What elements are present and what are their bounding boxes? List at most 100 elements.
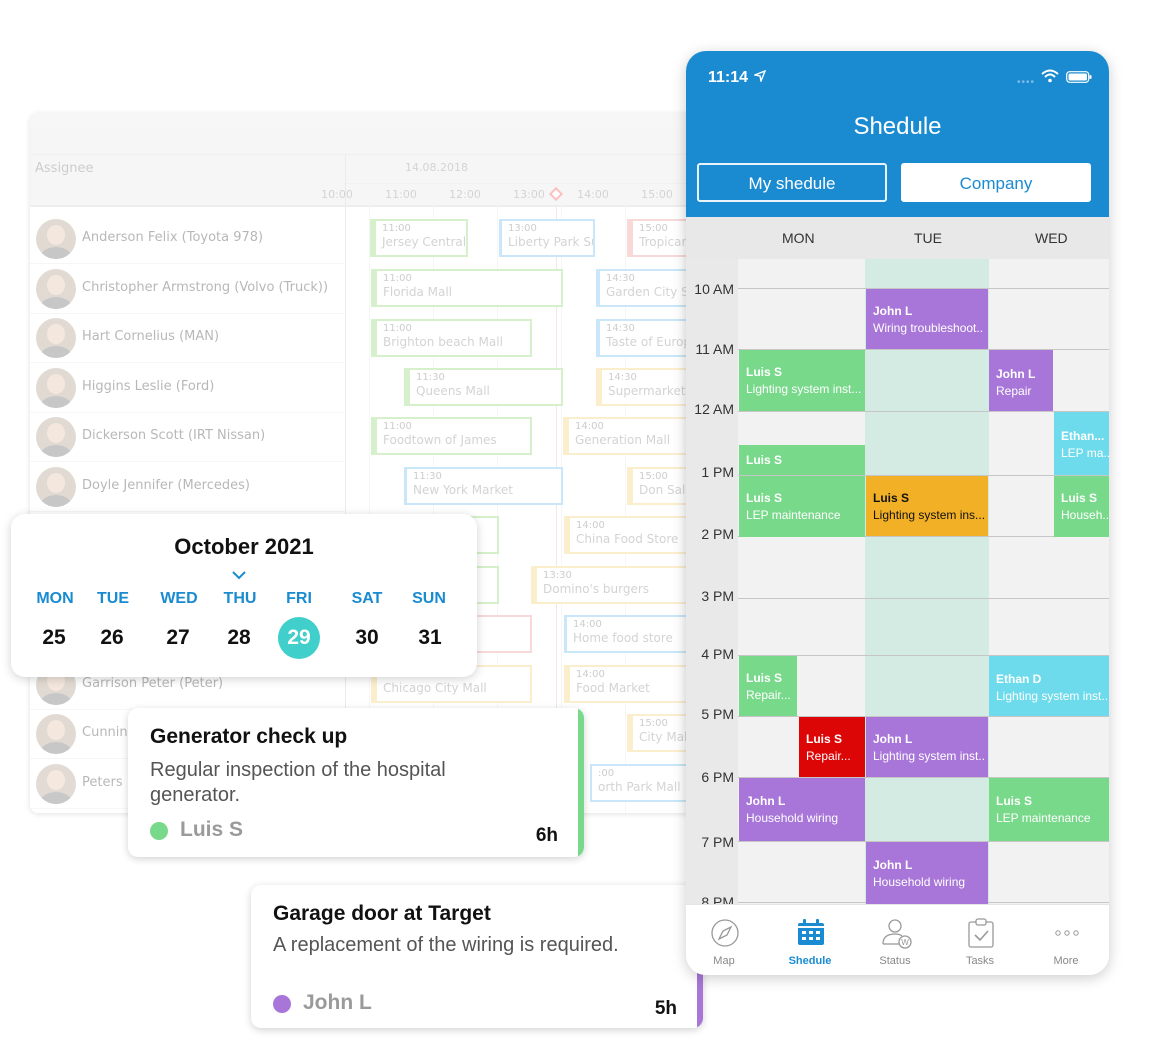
tab-label: More — [1053, 955, 1079, 967]
schedule-event[interactable]: Luis S Repair... — [739, 656, 797, 716]
wifi-icon — [1041, 69, 1059, 83]
schedule-event[interactable]: Luis S Househ.. — [1054, 476, 1109, 537]
avatar — [36, 368, 76, 408]
task-card[interactable]: Garage door at Target A replacement of t… — [251, 885, 703, 1028]
weekday-label: TUE — [97, 590, 129, 607]
assignee-row[interactable]: Christopher Armstrong (Volvo (Truck)) — [30, 264, 345, 314]
avatar — [36, 219, 76, 259]
bottom-tab-bar: Map Shedule W Status Tasks More — [686, 904, 1109, 975]
task-description: A replacement of the wiring is required. — [273, 934, 619, 956]
assignee-dot — [273, 995, 291, 1013]
more-dots-icon — [1055, 930, 1079, 936]
gantt-task[interactable]: 11:00 Brighton beach Mall — [371, 319, 532, 357]
assignee-name: Garrison Peter (Peter) — [82, 676, 224, 691]
app-header: 11:14 •••• Shedule My shedule Company — [686, 51, 1109, 217]
user-status-icon: W — [882, 919, 912, 949]
tab-label: Tasks — [965, 955, 995, 967]
assignee-name: Christopher Armstrong (Volvo (Truck)) — [82, 280, 329, 295]
gantt-task[interactable]: 11:30 New York Market — [404, 467, 563, 505]
tab-more[interactable]: More — [1024, 905, 1108, 975]
schedule-event[interactable]: Luis S Lighting system inst... — [739, 350, 865, 411]
task-description: Regular inspection of the hospital gener… — [150, 759, 446, 806]
tab-label: Shedule — [788, 955, 832, 967]
svg-text:W: W — [901, 938, 909, 947]
time-label: 10 AM — [694, 281, 734, 297]
schedule-event[interactable]: Ethan D Lighting system inst.. — [989, 656, 1109, 716]
task-card[interactable]: Generator check up Regular inspection of… — [128, 708, 584, 857]
weekday-labels: MON TUE WED THU FRI SAT SUN — [11, 590, 477, 612]
signal-dots-icon: •••• — [1017, 77, 1036, 88]
gantt-task[interactable]: 11:00 Florida Mall — [371, 269, 563, 307]
avatar — [36, 269, 76, 309]
schedule-event[interactable]: John L Household wiring — [739, 778, 865, 841]
time-label: 4 PM — [701, 646, 734, 662]
hour-scale: 10:00 11:00 12:00 13:00 14:00 15:00 — [321, 183, 710, 813]
assignee-row[interactable]: Doyle Jennifer (Mercedes) — [30, 462, 345, 512]
day-number[interactable]: 30 — [337, 626, 397, 650]
clipboard-check-icon — [968, 918, 994, 948]
tab-tasks[interactable]: Tasks — [938, 905, 1022, 975]
day-number[interactable]: 25 — [24, 626, 84, 650]
day-number-selected[interactable]: 29 — [269, 626, 329, 650]
time-label: 3 PM — [701, 588, 734, 604]
weekday-label: WED — [160, 590, 198, 607]
tab-label: Status — [879, 955, 911, 967]
schedule-event[interactable]: John L Lighting system inst.. — [866, 717, 988, 777]
tab-schedule[interactable]: Shedule — [768, 905, 852, 975]
day-number[interactable]: 28 — [209, 626, 269, 650]
assignee-row[interactable]: Hart Cornelius (MAN) — [30, 313, 345, 363]
calendar-month-title[interactable]: October 2021 — [11, 534, 477, 560]
day-number[interactable]: 31 — [400, 626, 460, 650]
chevron-down-icon[interactable] — [232, 568, 246, 582]
gantt-task[interactable]: 11:30 Queens Mall — [404, 368, 563, 406]
phone-app: 11:14 •••• Shedule My shedule Company MO… — [686, 51, 1109, 975]
assignee-name: Dickerson Scott (IRT Nissan) — [82, 428, 266, 443]
assignee-row[interactable]: Higgins Leslie (Ford) — [30, 363, 345, 413]
day-label: WED — [1035, 230, 1068, 246]
compass-icon — [711, 919, 739, 947]
schedule-event[interactable]: Luis S LEP maintenance — [989, 778, 1109, 841]
day-header: MON TUE WED — [686, 217, 1109, 259]
my-schedule-tab[interactable]: My shedule — [697, 163, 887, 202]
assignee-row[interactable]: Anderson Felix (Toyota 978) — [30, 214, 345, 264]
assignee-name: Anderson Felix (Toyota 978) — [82, 230, 264, 245]
schedule-event[interactable]: Luis S — [739, 445, 865, 475]
time-label: 12 AM — [694, 401, 734, 417]
day-number[interactable]: 27 — [148, 626, 208, 650]
time-label: 5 PM — [701, 706, 734, 722]
task-title: Garage door at Target — [273, 902, 491, 925]
schedule-event[interactable]: Luis S LEP maintenance — [739, 476, 865, 537]
avatar — [36, 417, 76, 457]
day-number[interactable]: 26 — [82, 626, 142, 650]
time-label: 1 PM — [701, 464, 734, 480]
tab-status[interactable]: W Status — [853, 905, 937, 975]
assignee-name: Higgins Leslie (Ford) — [82, 379, 215, 394]
assignee-row[interactable]: Dickerson Scott (IRT Nissan) — [30, 412, 345, 462]
day-label: MON — [782, 230, 815, 246]
schedule-event[interactable]: Luis S Repair... — [799, 717, 865, 777]
gantt-task[interactable]: 13:00 Liberty Park Su — [499, 219, 595, 257]
gantt-task[interactable]: 11:00 Jersey Central — [370, 219, 468, 257]
avatar — [36, 318, 76, 358]
hour-label: 14:00 — [577, 188, 609, 201]
schedule-event[interactable]: John L Wiring troubleshoot.. — [866, 289, 988, 349]
time-label: 7 PM — [701, 834, 734, 850]
battery-icon — [1066, 71, 1092, 83]
location-arrow-icon — [754, 70, 766, 82]
schedule-event[interactable]: Luis S Lighting system ins... — [866, 476, 988, 536]
schedule-grid[interactable]: 10 AM 11 AM 12 AM 1 PM 2 PM 3 PM 4 PM 5 … — [686, 259, 1109, 910]
assignee-name: Peters — [82, 775, 123, 790]
schedule-event[interactable]: John L Repair — [989, 350, 1053, 411]
assignee-name: Hart Cornelius (MAN) — [82, 329, 220, 344]
schedule-event[interactable]: John L Household wiring — [866, 842, 988, 904]
avatar — [36, 467, 76, 507]
hour-label: 11:00 — [385, 188, 417, 201]
assignee-column-header: Assignee — [35, 161, 94, 176]
company-tab[interactable]: Company — [901, 163, 1091, 202]
gantt-task[interactable]: 11:00 Foodtown of James — [371, 417, 532, 455]
avatar — [36, 714, 76, 754]
tab-map[interactable]: Map — [686, 905, 766, 975]
schedule-event[interactable]: Ethan... LEP ma.. — [1054, 412, 1109, 475]
gantt-toolbar — [30, 113, 710, 155]
calendar-icon — [798, 919, 824, 945]
